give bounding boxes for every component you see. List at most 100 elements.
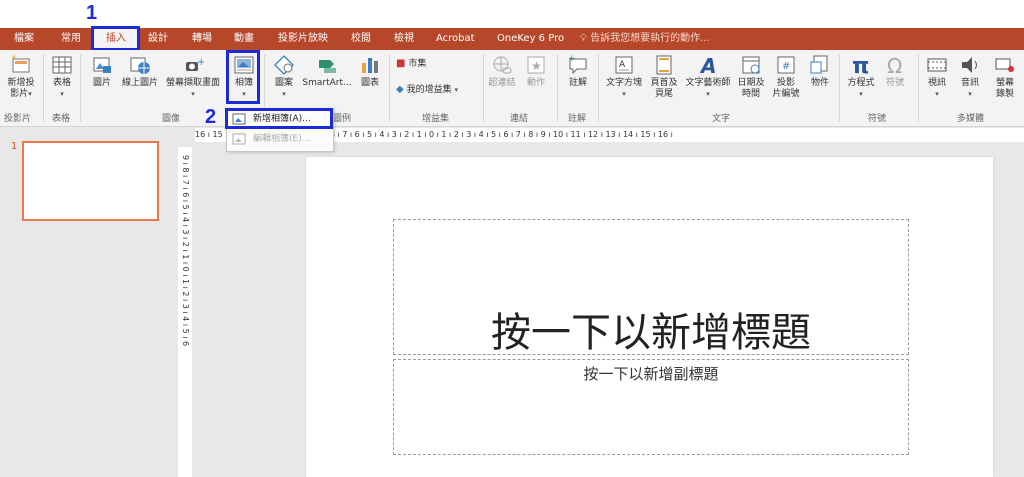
- subtitle-placeholder-text[interactable]: 按一下以新增副標題: [393, 363, 909, 384]
- action-label: 動作: [526, 78, 545, 88]
- audio-button[interactable]: 音訊 ▾: [955, 52, 985, 100]
- new-slide-label-2: 影片: [10, 89, 29, 99]
- picture-label: 圖片: [92, 78, 111, 88]
- chart-button[interactable]: 圖表: [356, 52, 384, 89]
- camera-icon: +: [186, 57, 204, 71]
- tab-slideshow[interactable]: 投影片放映: [278, 28, 328, 50]
- menu-item-edit-album[interactable]: 編輯相簿(E)...: [227, 130, 333, 149]
- group-separator: [598, 54, 599, 122]
- ribbon: ✳ 新增投 影片▾ 表格 ▾ 圖片 線上圖片 + 螢幕擷取畫面 ▾ 相簿 ▾ 圖案 ▾ …: [0, 50, 1024, 127]
- group-label-slides: 投影片: [4, 114, 32, 124]
- vertical-ruler-text: 9 ı 8 ı 7 ı 6 ı 5 ı 4 ı 3 ı 2 ı 1 ı 0 ı …: [181, 155, 190, 347]
- textbox-label: 文字方塊: [605, 78, 642, 88]
- star-action-icon: ★: [527, 56, 545, 74]
- tab-review[interactable]: 校閱: [351, 28, 371, 50]
- group-label-images: 圖像: [162, 114, 181, 124]
- tell-me-box[interactable]: 💡︎ 告訴我您想要執行的動作...: [580, 28, 710, 50]
- tab-acrobat[interactable]: Acrobat: [436, 28, 475, 50]
- tell-me-text: 告訴我您想要執行的動作...: [590, 33, 710, 44]
- smartart-button[interactable]: SmartArt...: [301, 52, 353, 89]
- textbox-button[interactable]: A 文字方塊 ▾: [603, 52, 645, 100]
- header-footer-label-1: 頁首及: [650, 78, 678, 88]
- svg-text:π: π: [852, 54, 869, 76]
- group-separator: [839, 54, 840, 122]
- object-button[interactable]: 物件: [806, 52, 834, 89]
- smartart-label: SmartArt...: [302, 78, 352, 88]
- tab-animations[interactable]: 動畫: [234, 28, 254, 50]
- action-button[interactable]: ★ 動作: [522, 52, 550, 89]
- group-separator: [483, 54, 484, 122]
- step-2-highlight: [225, 108, 333, 129]
- online-picture-button[interactable]: 線上圖片: [120, 52, 160, 89]
- tab-file[interactable]: 檔案: [14, 28, 34, 50]
- svg-text:+: +: [568, 54, 576, 64]
- svg-text:★: ★: [531, 59, 542, 73]
- slide-thumbnail[interactable]: [22, 141, 159, 221]
- svg-text:+: +: [197, 57, 204, 68]
- screen-record-label-1: 螢幕: [995, 78, 1014, 88]
- svg-text:Ω: Ω: [887, 54, 902, 76]
- video-button[interactable]: 視訊 ▾: [922, 52, 952, 100]
- tab-design[interactable]: 設計: [148, 28, 168, 50]
- album-button-highlight: [226, 50, 260, 104]
- comment-icon: +: [568, 54, 587, 75]
- group-label-addins: 增益集: [422, 114, 450, 124]
- wordart-icon: A: [699, 54, 716, 76]
- step-1-highlight: [91, 26, 140, 51]
- table-button[interactable]: 表格 ▾: [48, 52, 76, 100]
- edit-album-icon: [232, 133, 246, 145]
- store-button[interactable]: ■ 市集: [396, 58, 456, 70]
- hyperlink-label: 超連結: [488, 78, 516, 88]
- header-footer-button[interactable]: 頁首及 頁尾: [648, 52, 680, 100]
- screen-record-icon: [995, 58, 1014, 72]
- object-label: 物件: [810, 78, 829, 88]
- chart-icon: [362, 58, 378, 73]
- screenshot-button[interactable]: + 螢幕擷取畫面 ▾: [163, 52, 223, 100]
- wordart-label: 文字藝術師: [685, 78, 731, 88]
- comment-button[interactable]: + 註解: [563, 52, 593, 89]
- tab-view[interactable]: 檢視: [394, 28, 414, 50]
- hyperlink-button[interactable]: 超連結: [487, 52, 517, 89]
- svg-text:✳: ✳: [11, 54, 17, 62]
- addins-icon: ◆: [396, 84, 404, 95]
- datetime-button[interactable]: 日期及 時間: [736, 52, 766, 100]
- group-label-illustrations: 圖例: [333, 114, 352, 124]
- shapes-button[interactable]: 圖案 ▾: [270, 52, 298, 100]
- datetime-label-2: 時間: [741, 89, 760, 99]
- picture-button[interactable]: 圖片: [88, 52, 116, 89]
- lightbulb-icon: 💡︎: [580, 33, 587, 44]
- top-margin: [0, 0, 1024, 28]
- new-slide-button[interactable]: ✳ 新增投 影片▾: [4, 52, 38, 100]
- smartart-icon: [319, 60, 336, 73]
- store-icon: ■: [396, 58, 406, 69]
- speaker-icon: [962, 57, 977, 73]
- shapes-label: 圖案: [274, 78, 293, 88]
- tab-home[interactable]: 常用: [61, 28, 81, 50]
- edit-album-label: 編輯相簿(E)...: [253, 134, 311, 144]
- chart-label: 圖表: [360, 78, 379, 88]
- textbox-icon: A: [615, 56, 633, 74]
- my-addins-button[interactable]: ◆ 我的增益集 ▾: [396, 84, 486, 96]
- table-icon: [52, 56, 72, 74]
- group-label-text: 文字: [712, 114, 731, 124]
- slide-number-button[interactable]: # 投影 片編號: [769, 52, 803, 100]
- symbol-button[interactable]: Ω 符號: [881, 52, 909, 89]
- audio-label: 音訊: [960, 78, 979, 88]
- tab-onekey[interactable]: OneKey 6 Pro: [497, 28, 564, 50]
- ribbon-tab-bar: 檔案 常用 插入 設計 轉場 動畫 投影片放映 校閱 檢視 Acrobat On…: [0, 28, 1024, 51]
- shapes-icon: [274, 55, 294, 75]
- title-placeholder-text[interactable]: 按一下以新增標題: [393, 300, 909, 358]
- tab-transitions[interactable]: 轉場: [192, 28, 212, 50]
- equation-button[interactable]: π 方程式 ▾: [843, 52, 879, 100]
- new-slide-label-1: 新增投: [7, 78, 35, 88]
- equation-label: 方程式: [847, 78, 875, 88]
- slide-number-label-1: 投影: [776, 78, 795, 88]
- header-footer-icon: [656, 55, 672, 75]
- wordart-button[interactable]: A 文字藝術師 ▾: [682, 52, 734, 100]
- screen-recording-button[interactable]: 螢幕 錄製: [988, 52, 1022, 100]
- online-picture-label: 線上圖片: [121, 78, 158, 88]
- picture-icon: [93, 57, 111, 73]
- new-slide-icon: ✳: [11, 54, 30, 73]
- step-1-number: 1: [86, 2, 98, 24]
- my-addins-label: 我的增益集: [406, 85, 452, 95]
